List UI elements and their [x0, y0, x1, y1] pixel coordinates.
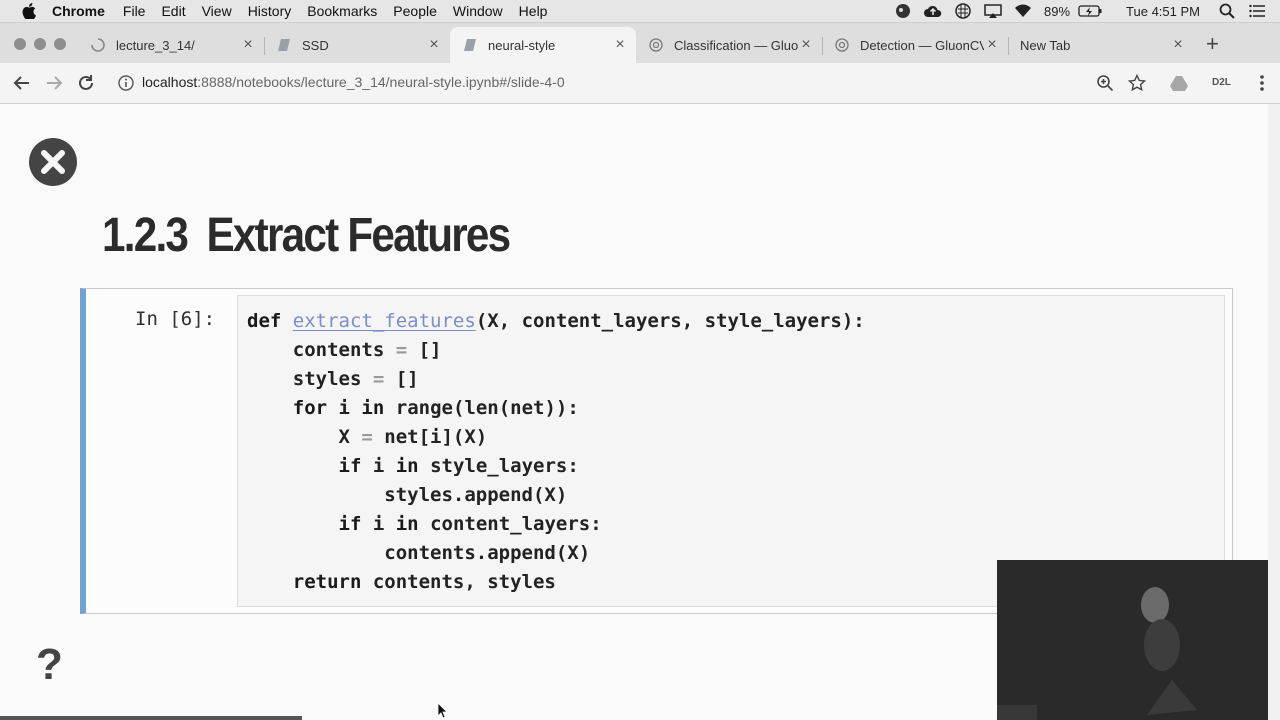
cell-prompt: In [6]:	[135, 308, 216, 330]
tab-strip: lecture_3_14/ × SSD × neural-style × Cla…	[0, 23, 1280, 63]
tab-close-icon[interactable]: ×	[984, 36, 1000, 54]
section-title: Extract Features	[206, 209, 512, 262]
notification-center-icon[interactable]	[1248, 3, 1266, 19]
tab-label: Detection — GluonCV	[860, 37, 984, 53]
cloud-upload-icon[interactable]	[924, 3, 942, 19]
code-line: styles.append(X)	[247, 484, 568, 506]
bookmark-star-icon[interactable]	[1127, 73, 1147, 93]
code-line: for i in range(len(net)):	[292, 397, 579, 419]
section-number: 1.2.3	[102, 209, 189, 262]
code-line: styles = []	[247, 368, 419, 390]
apple-menu-icon[interactable]	[22, 3, 36, 19]
tab-neural-style[interactable]: neural-style ×	[450, 27, 636, 63]
tab-close-icon[interactable]: ×	[798, 36, 814, 54]
tab-lecture[interactable]: lecture_3_14/ ×	[78, 27, 264, 63]
tab-label: neural-style	[488, 37, 556, 53]
window-close-button[interactable]	[14, 38, 26, 50]
menu-edit[interactable]: Edit	[161, 3, 185, 19]
tab-close-icon[interactable]: ×	[240, 36, 256, 54]
site-info-icon[interactable]	[116, 73, 136, 93]
tab-close-icon[interactable]: ×	[612, 36, 628, 54]
loading-icon	[90, 37, 106, 53]
tab-label: SSD	[302, 37, 329, 53]
presenter-video-image	[997, 560, 1280, 720]
url-path: :8888/notebooks/lecture_3_14/neural-styl…	[197, 74, 565, 90]
code-line: contents = []	[247, 339, 442, 361]
address-bar[interactable]: localhost:8888/notebooks/lecture_3_14/ne…	[142, 74, 565, 90]
battery-charging-icon[interactable]	[1078, 3, 1102, 19]
code-line: X = net[i](X)	[247, 426, 488, 448]
code-line: contents.append(X)	[247, 542, 591, 564]
tab-label: Classification — Gluo	[674, 37, 798, 53]
tab-classification[interactable]: Classification — Gluo ×	[636, 27, 822, 63]
notebook-icon	[462, 37, 478, 53]
mouse-cursor-icon	[438, 703, 448, 719]
code-line: if i in style_layers:	[338, 455, 579, 477]
tab-label: lecture_3_14/	[116, 37, 195, 53]
menu-file[interactable]: File	[123, 3, 146, 19]
slide-progress-bar	[0, 716, 302, 720]
back-arrow-icon[interactable]	[12, 73, 32, 93]
tab-close-icon[interactable]: ×	[426, 36, 442, 54]
close-slideshow-icon[interactable]	[27, 136, 79, 188]
section-heading: 1.2.3 Extract Features	[102, 208, 512, 263]
reload-icon[interactable]	[76, 73, 96, 93]
menu-app-chrome[interactable]: Chrome	[52, 3, 105, 19]
macos-menu-bar: Chrome File Edit View History Bookmarks …	[0, 0, 1280, 23]
globe-icon	[834, 37, 850, 53]
tab-label: New Tab	[1020, 37, 1071, 53]
forward-arrow-icon[interactable]	[44, 73, 64, 93]
menu-history[interactable]: History	[248, 3, 292, 19]
menu-bookmarks[interactable]: Bookmarks	[307, 3, 377, 19]
window-minimize-button[interactable]	[34, 38, 46, 50]
more-menu-icon[interactable]	[1252, 73, 1272, 93]
new-tab-button[interactable]: +	[1206, 33, 1219, 55]
menubar-clock[interactable]: Tue 4:51 PM	[1126, 4, 1200, 19]
status-app-icon[interactable]	[894, 3, 912, 19]
code-line: if i in content_layers:	[338, 513, 602, 535]
code-line: def extract_features(X, content_layers, …	[247, 310, 865, 332]
help-button[interactable]: ?	[36, 640, 63, 690]
tab-ssd[interactable]: SSD ×	[264, 27, 450, 63]
menu-help[interactable]: Help	[519, 3, 548, 19]
battery-percentage: 89%	[1044, 3, 1071, 19]
grid-status-icon[interactable]	[954, 3, 972, 19]
webcam-overlay	[997, 560, 1280, 720]
code-line: return contents, styles	[292, 571, 556, 593]
zoom-icon[interactable]	[1095, 73, 1115, 93]
browser-toolbar: localhost:8888/notebooks/lecture_3_14/ne…	[0, 63, 1280, 104]
tab-new-tab[interactable]: New Tab ×	[1008, 27, 1194, 63]
notebook-icon	[276, 37, 292, 53]
d2l-extension-badge[interactable]: D2L	[1208, 75, 1235, 90]
airplay-icon[interactable]	[984, 3, 1002, 19]
page-scrollbar[interactable]	[1268, 104, 1280, 720]
tab-close-icon[interactable]: ×	[1170, 36, 1186, 54]
spotlight-search-icon[interactable]	[1218, 3, 1236, 19]
drive-extension-icon[interactable]	[1169, 73, 1189, 93]
menu-view[interactable]: View	[202, 3, 232, 19]
code-block[interactable]: def extract_features(X, content_layers, …	[247, 307, 865, 597]
tab-detection[interactable]: Detection — GluonCV ×	[822, 27, 1008, 63]
globe-icon	[648, 37, 664, 53]
menu-people[interactable]: People	[393, 3, 437, 19]
wifi-icon[interactable]	[1014, 3, 1032, 19]
url-host: localhost	[142, 74, 198, 90]
menu-window[interactable]: Window	[453, 3, 503, 19]
window-zoom-button[interactable]	[54, 38, 66, 50]
